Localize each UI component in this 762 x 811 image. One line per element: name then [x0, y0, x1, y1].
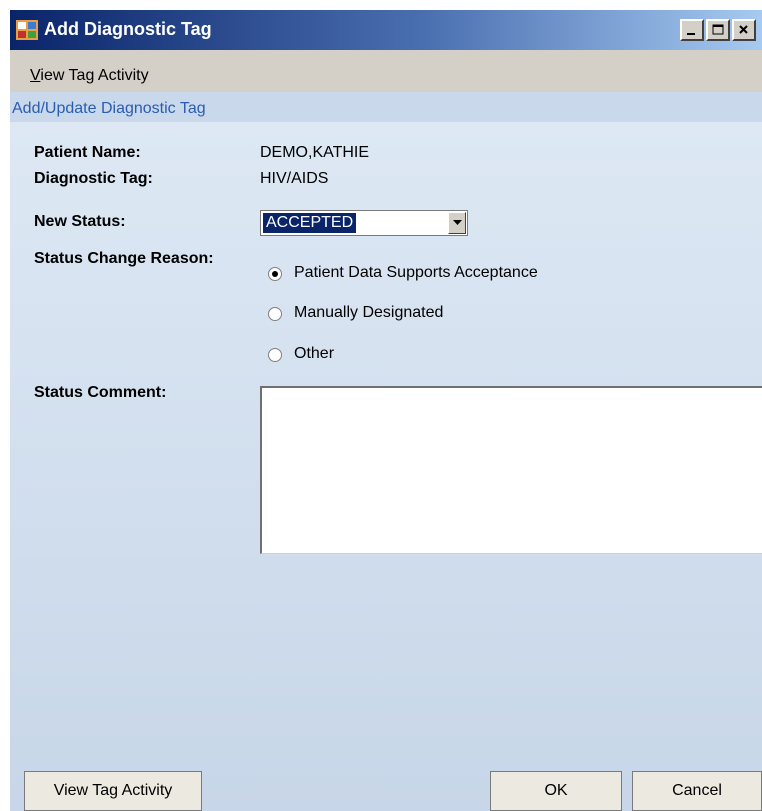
- minimize-icon: [687, 33, 695, 35]
- form-panel: Patient Name: DEMO,KATHIE Diagnostic Tag…: [10, 122, 762, 811]
- close-icon: [739, 25, 748, 34]
- dialog-window: Add Diagnostic Tag View Tag Activity Add…: [10, 10, 762, 811]
- radio-button[interactable]: [268, 267, 282, 281]
- patient-name-value: DEMO,KATHIE: [260, 144, 370, 161]
- maximize-icon: [712, 24, 724, 35]
- new-status-selected-value: ACCEPTED: [263, 213, 357, 233]
- status-comment-label: Status Comment:: [34, 384, 167, 401]
- section-header: Add/Update Diagnostic Tag: [10, 92, 762, 122]
- diagnostic-tag-label: Diagnostic Tag:: [34, 170, 153, 187]
- radio-button[interactable]: [268, 307, 282, 321]
- patient-name-label: Patient Name:: [34, 144, 141, 161]
- window-title: Add Diagnostic Tag: [44, 19, 212, 39]
- menu-bar: View Tag Activity: [10, 50, 762, 92]
- new-status-label: New Status:: [34, 213, 126, 230]
- menu-item-label: iew Tag Activity: [40, 67, 149, 84]
- diagnostic-tag-value: HIV/AIDS: [260, 170, 329, 187]
- radio-selected-dot: [272, 271, 278, 277]
- chevron-down-icon: [453, 220, 462, 225]
- maximize-button[interactable]: [706, 19, 730, 41]
- cancel-button[interactable]: Cancel: [632, 771, 762, 811]
- menu-mnemonic: V: [30, 67, 41, 84]
- section-title: Add/Update Diagnostic Tag: [12, 100, 206, 117]
- title-bar[interactable]: Add Diagnostic Tag: [10, 10, 762, 50]
- new-status-select[interactable]: ACCEPTED: [260, 210, 468, 236]
- minimize-button[interactable]: [680, 19, 704, 41]
- radio-button[interactable]: [268, 348, 282, 362]
- dropdown-button[interactable]: [448, 212, 466, 234]
- radio-label: Manually Designated: [294, 304, 444, 321]
- status-comment-textarea[interactable]: [260, 386, 762, 554]
- ok-button[interactable]: OK: [490, 771, 622, 811]
- radio-label: Patient Data Supports Acceptance: [294, 264, 538, 281]
- close-button[interactable]: [732, 19, 756, 41]
- status-change-reason-label: Status Change Reason:: [34, 250, 214, 267]
- app-icon: [16, 20, 38, 40]
- menu-view-tag-activity[interactable]: View Tag Activity: [30, 67, 149, 85]
- radio-label: Other: [294, 345, 335, 362]
- view-tag-activity-button[interactable]: View Tag Activity: [24, 771, 202, 811]
